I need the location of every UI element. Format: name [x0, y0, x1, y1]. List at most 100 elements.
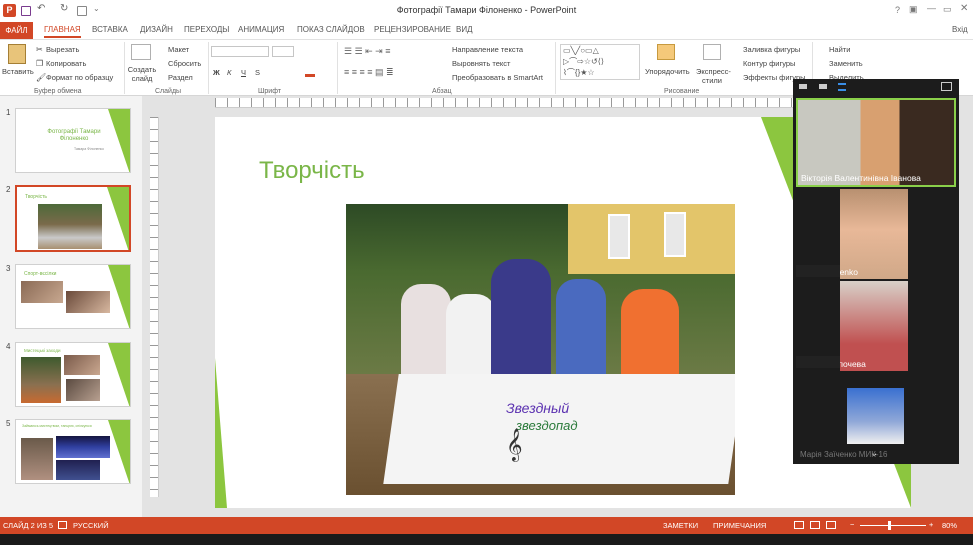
slide-thumbnail-3[interactable]: Спорт-вєсілки: [15, 264, 131, 329]
copy-button[interactable]: Копировать: [46, 59, 86, 68]
zoom-slider[interactable]: [860, 525, 926, 526]
find-button[interactable]: Найти: [829, 45, 850, 54]
underline-button[interactable]: Ч: [241, 68, 246, 77]
reading-view-icon[interactable]: [826, 521, 836, 529]
divider: [337, 42, 338, 94]
slide-title[interactable]: Творчість: [259, 157, 365, 185]
tab-transitions[interactable]: ПЕРЕХОДЫ: [184, 25, 229, 34]
thumb-title: Займаюсь мистецтвом, танцюю, спілкуюся: [22, 424, 92, 428]
participant-tile-4[interactable]: [847, 388, 904, 444]
quick-styles-button[interactable]: Экспресс-стили: [696, 67, 731, 85]
align-text-button[interactable]: Выровнять текст: [452, 59, 510, 68]
font-color-icon[interactable]: [305, 68, 315, 77]
align-icons[interactable]: ≡ ≡ ≡ ≡ ▤ ≣: [344, 67, 394, 78]
zoom-strip-icon[interactable]: [838, 83, 846, 91]
notes-button[interactable]: ЗАМЕТКИ: [663, 521, 698, 530]
new-slide-button[interactable]: Создать слайд: [127, 65, 157, 83]
participant-name: Toma Filonenko: [840, 267, 859, 277]
normal-view-icon[interactable]: [794, 521, 804, 529]
slide-thumbnail-1[interactable]: Фотографії Тамари Філоненко Тамара Філон…: [15, 108, 131, 173]
paste-button[interactable]: Вставить: [2, 67, 34, 76]
tab-home[interactable]: ГЛАВНАЯ: [44, 25, 81, 38]
slide-green-bottom: [215, 358, 227, 508]
tab-design[interactable]: ДИЗАЙН: [140, 25, 173, 34]
ribbon-display-icon[interactable]: ▣: [909, 4, 918, 15]
group-paragraph: Абзац: [432, 88, 452, 95]
shape-fill-button[interactable]: Заливка фигуры: [743, 45, 800, 54]
text-direction-button[interactable]: Направление текста: [452, 45, 523, 54]
thumb-title: Спорт-вєсілки: [24, 271, 57, 277]
close-icon[interactable]: ✕: [960, 3, 968, 14]
italic-button[interactable]: К: [227, 68, 231, 77]
slide-thumbnail-4[interactable]: Мистецькі заходи: [15, 342, 131, 407]
strikethrough-button[interactable]: S: [255, 68, 260, 77]
bullets-icon[interactable]: ☰ ☰ ⇤ ⇥ ≡: [344, 46, 390, 57]
tab-slideshow[interactable]: ПОКАЗ СЛАЙДОВ: [297, 25, 365, 34]
thumb-photo: [21, 357, 61, 403]
participant-name-partial: Марія Заїченко МИК-16: [800, 450, 888, 459]
zoom-collapse-icon[interactable]: [941, 82, 952, 91]
zoom-gallery-icon[interactable]: [799, 84, 807, 89]
zoom-slider-thumb[interactable]: [888, 521, 891, 530]
green-accent: [108, 109, 130, 172]
quick-styles-icon[interactable]: [703, 44, 721, 60]
bold-button[interactable]: Ж: [213, 68, 220, 77]
reset-button[interactable]: Сбросить: [168, 59, 201, 68]
maximize-icon[interactable]: ▭: [943, 4, 952, 15]
green-accent: [108, 343, 130, 406]
tile-label-bg: [796, 356, 840, 368]
help-icon[interactable]: ?: [895, 5, 900, 15]
comments-button[interactable]: ПРИМЕЧАНИЯ: [713, 521, 766, 530]
title-bar: P ↶ ↻ ⌄ Фотографії Тамари Філоненко - Po…: [0, 0, 973, 22]
participant-tile-2[interactable]: Toma Filonenko: [840, 189, 908, 279]
tab-review[interactable]: РЕЦЕНЗИРОВАНИЕ: [374, 25, 451, 34]
ribbon-tabs: ГЛАВНАЯ ВСТАВКА ДИЗАЙН ПЕРЕХОДЫ АНИМАЦИЯ…: [0, 22, 973, 39]
layout-button[interactable]: Макет: [168, 45, 189, 54]
thumb-number: 3: [6, 264, 11, 273]
slide-thumbnail-panel: 1 Фотографії Тамари Філоненко Тамара Філ…: [0, 96, 142, 517]
tab-view[interactable]: ВИД: [456, 25, 473, 34]
zoom-out-icon[interactable]: −: [850, 520, 854, 529]
divider: [208, 42, 209, 94]
participant-tile-3[interactable]: Настя Кропочева: [840, 281, 908, 371]
arrange-icon[interactable]: [657, 44, 675, 60]
slide-thumbnail-5[interactable]: Займаюсь мистецтвом, танцюю, спілкуюся: [15, 419, 131, 484]
tab-insert[interactable]: ВСТАВКА: [92, 25, 128, 34]
shape-outline-button[interactable]: Контур фигуры: [743, 59, 795, 68]
group-slides: Слайды: [155, 88, 182, 95]
font-family-select[interactable]: [211, 46, 269, 57]
thumb-number: 2: [6, 185, 11, 194]
smartart-button[interactable]: Преобразовать в SmartArt: [452, 73, 543, 82]
shapes-gallery[interactable]: ▭╲╱○▭△ ▷⌒⇨☆↺⟨⟩ ⌇⌒{}★☆: [560, 44, 640, 80]
language-indicator[interactable]: РУССКИЙ: [73, 521, 109, 530]
participant-tile-1[interactable]: Вікторія Валентинівна Іванова: [796, 98, 956, 187]
new-slide-icon[interactable]: [131, 44, 151, 60]
font-size-select[interactable]: [272, 46, 294, 57]
spellcheck-icon[interactable]: [58, 521, 67, 529]
photo-kid: [556, 279, 606, 379]
cut-button[interactable]: Вырезать: [46, 45, 79, 54]
zoom-in-icon[interactable]: +: [929, 520, 933, 529]
tab-file[interactable]: ФАЙЛ: [0, 22, 33, 39]
format-painter-button[interactable]: Формат по образцу: [46, 73, 113, 82]
zoom-speaker-icon[interactable]: [819, 84, 827, 89]
photo-building: [568, 204, 735, 274]
participant-name: Вікторія Валентинівна Іванова: [801, 173, 921, 183]
replace-button[interactable]: Заменить: [829, 59, 863, 68]
slide-thumbnail-2[interactable]: Творчість: [15, 185, 131, 252]
slide-counter: СЛАЙД 2 ИЗ 5: [3, 521, 54, 530]
arrange-button[interactable]: Упорядочить: [645, 67, 690, 76]
account-link[interactable]: Вхід: [952, 25, 968, 34]
group-clipboard: Буфер обмена: [34, 88, 82, 95]
green-accent: [108, 420, 130, 483]
section-button[interactable]: Раздел: [168, 73, 193, 82]
vertical-ruler: [150, 117, 159, 497]
minimize-icon[interactable]: —: [927, 3, 936, 13]
slide-photo[interactable]: Звездный звездопад 𝄞: [346, 204, 735, 495]
paste-icon[interactable]: [8, 44, 26, 64]
thumb-number: 5: [6, 419, 11, 428]
sorter-view-icon[interactable]: [810, 521, 820, 529]
divider: [124, 42, 125, 94]
tab-animation[interactable]: АНИМАЦИЯ: [238, 25, 284, 34]
zoom-level[interactable]: 80%: [942, 521, 957, 530]
